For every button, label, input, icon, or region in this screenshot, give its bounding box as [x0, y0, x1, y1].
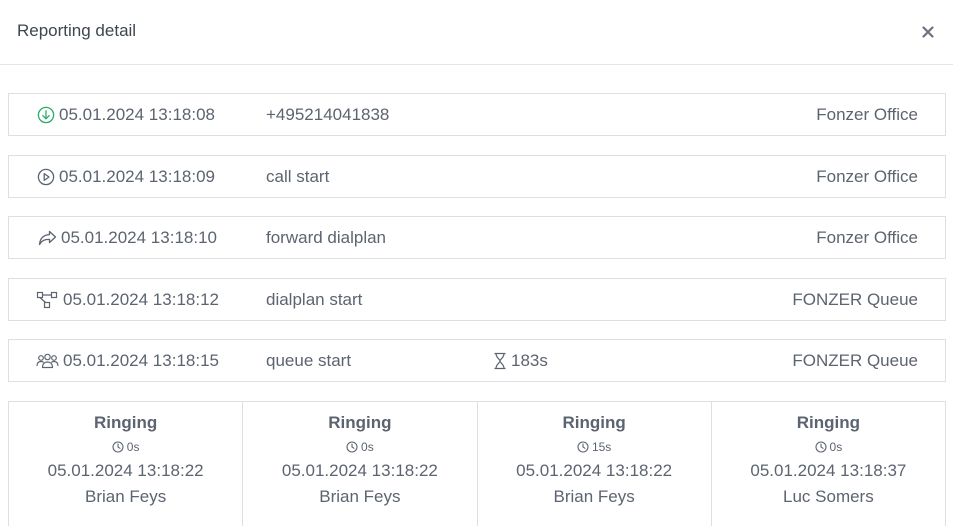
ringing-status: Ringing: [328, 413, 392, 432]
queue-icon: [36, 351, 59, 371]
event-row: 05.01.2024 13:18:15 queue start 183s FON…: [8, 339, 946, 382]
ringing-duration: 0s: [243, 439, 476, 455]
hourglass-icon: [494, 352, 506, 369]
agent-name: Luc Somers: [783, 487, 874, 506]
ringing-timestamp: 05.01.2024 13:18:22: [281, 461, 438, 480]
ringing-status: Ringing: [562, 413, 626, 432]
event-target: Fonzer Office: [816, 227, 918, 247]
event-description: forward dialplan: [266, 227, 387, 247]
event-target: Fonzer Office: [816, 166, 918, 186]
event-row: 05.01.2024 13:18:08 +495214041838 Fonzer…: [8, 93, 946, 136]
event-duration: 183s: [493, 351, 548, 371]
event-description: dialplan start: [266, 289, 363, 309]
event-timestamp: 05.01.2024 13:18:15: [63, 350, 219, 370]
forward-icon: [36, 228, 58, 248]
play-icon: [36, 167, 56, 187]
event-timestamp: 05.01.2024 13:18:09: [59, 166, 215, 186]
event-timestamp: 05.01.2024 13:18:08: [59, 104, 215, 124]
close-button[interactable]: [916, 20, 940, 44]
duration-value: 15s: [591, 440, 612, 454]
dialplan-icon: [36, 290, 58, 310]
ringing-duration: 0s: [712, 439, 945, 455]
duration-value: 0s: [829, 440, 843, 454]
ringing-cell: Ringing 15s 05.01.2024 13:18:22 Brian Fe…: [478, 402, 712, 526]
ringing-cell: Ringing 0s 05.01.2024 13:18:37 Luc Somer…: [712, 402, 945, 526]
ringing-timestamp: 05.01.2024 13:18:37: [750, 461, 907, 480]
dialog-title: Reporting detail: [17, 21, 137, 40]
agent-name: Brian Feys: [319, 487, 401, 506]
ringing-timestamp: 05.01.2024 13:18:22: [516, 461, 673, 480]
event-description: queue start: [266, 350, 352, 370]
event-description: call start: [266, 166, 330, 186]
close-icon: [922, 26, 934, 38]
duration-value: 0s: [126, 440, 140, 454]
event-row: 05.01.2024 13:18:10 forward dialplan Fon…: [8, 216, 946, 259]
duration-value: 183s: [511, 350, 548, 370]
dialog-header: Reporting detail: [0, 0, 953, 65]
ringing-duration: 15s: [478, 439, 711, 455]
ringing-grid: Ringing 0s 05.01.2024 13:18:22 Brian Fey…: [8, 401, 946, 526]
clock-icon: [814, 441, 827, 453]
event-target: FONZER Queue: [792, 350, 918, 370]
agent-name: Brian Feys: [553, 487, 635, 506]
duration-value: 0s: [361, 440, 374, 454]
clock-icon: [112, 441, 124, 453]
ringing-timestamp: 05.01.2024 13:18:22: [47, 461, 204, 480]
clock-icon: [346, 441, 358, 453]
event-description: +495214041838: [266, 104, 390, 124]
event-timestamp: 05.01.2024 13:18:10: [61, 227, 217, 247]
incoming-call-icon: [36, 105, 56, 125]
event-target: Fonzer Office: [816, 104, 918, 124]
event-row: 05.01.2024 13:18:09 call start Fonzer Of…: [8, 155, 946, 198]
ringing-status: Ringing: [93, 413, 158, 432]
event-timestamp: 05.01.2024 13:18:12: [63, 289, 219, 309]
ringing-cell: Ringing 0s 05.01.2024 13:18:22 Brian Fey…: [9, 402, 244, 526]
agent-name: Brian Feys: [85, 487, 167, 506]
event-row: 05.01.2024 13:18:12 dialplan start FONZE…: [8, 278, 946, 321]
ringing-status: Ringing: [796, 413, 860, 432]
event-target: FONZER Queue: [792, 289, 918, 309]
clock-icon: [577, 441, 589, 453]
ringing-cell: Ringing 0s 05.01.2024 13:18:22 Brian Fey…: [243, 402, 478, 526]
ringing-duration: 0s: [9, 439, 242, 455]
